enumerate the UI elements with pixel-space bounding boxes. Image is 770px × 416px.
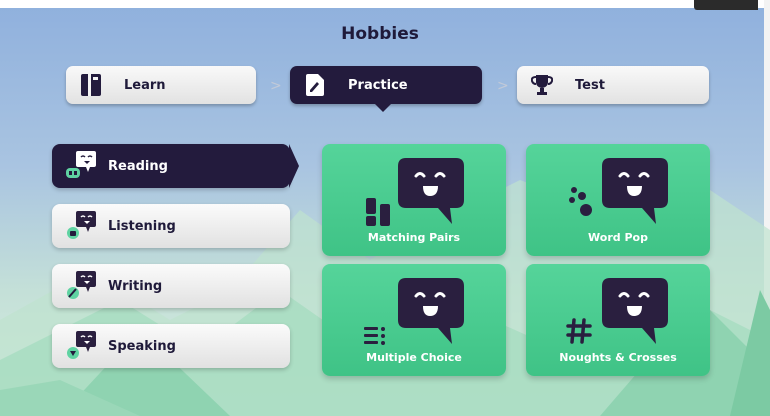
skill-speaking-label: Speaking	[108, 338, 176, 354]
skill-speaking[interactable]: Speaking	[52, 324, 290, 368]
mascot-chat-icon	[602, 278, 668, 344]
tab-learn[interactable]: Learn	[66, 66, 256, 104]
window-control	[694, 0, 758, 10]
tab-practice[interactable]: Practice	[290, 66, 482, 104]
skill-listening-label: Listening	[108, 218, 176, 234]
activity-multiple-choice[interactable]: Multiple Choice	[322, 264, 506, 376]
writing-chat-icon	[64, 271, 98, 301]
reading-chat-icon	[64, 151, 98, 181]
listening-chat-icon	[64, 211, 98, 241]
multiple-choice-icon	[364, 327, 385, 345]
activity-label: Multiple Choice	[366, 351, 462, 364]
skill-writing-label: Writing	[108, 278, 163, 294]
pencil-note-icon	[304, 74, 326, 96]
skill-writing[interactable]: Writing	[52, 264, 290, 308]
tab-practice-label: Practice	[348, 77, 408, 93]
activity-label: Matching Pairs	[367, 231, 461, 244]
activity-label: Noughts & Crosses	[559, 351, 677, 364]
page-title: Hobbies	[341, 24, 419, 44]
trophy-icon	[531, 74, 553, 96]
activity-word-pop[interactable]: Word Pop	[526, 144, 710, 256]
activity-matching-pairs[interactable]: Matching Pairs	[322, 144, 506, 256]
word-pop-icon	[569, 187, 592, 216]
chevron-right-icon: >	[270, 78, 282, 94]
top-strip	[0, 0, 770, 8]
active-tab-pointer	[374, 103, 392, 112]
mascot-chat-icon	[398, 158, 464, 224]
mascot-chat-icon	[398, 278, 464, 344]
tab-test[interactable]: Test	[517, 66, 709, 104]
active-skill-pointer	[289, 144, 299, 188]
activity-noughts-crosses[interactable]: Noughts & Crosses	[526, 264, 710, 376]
matching-pairs-icon	[366, 198, 390, 226]
chevron-right-icon: >	[497, 78, 509, 94]
noughts-crosses-icon	[566, 318, 592, 344]
tab-test-label: Test	[575, 77, 605, 93]
tab-learn-label: Learn	[124, 77, 166, 93]
speaking-chat-icon	[64, 331, 98, 361]
mascot-chat-icon	[602, 158, 668, 224]
skill-reading-label: Reading	[108, 158, 168, 174]
activity-label: Word Pop	[588, 231, 648, 244]
skill-reading[interactable]: Reading	[52, 144, 290, 188]
book-icon	[80, 74, 102, 96]
skill-listening[interactable]: Listening	[52, 204, 290, 248]
